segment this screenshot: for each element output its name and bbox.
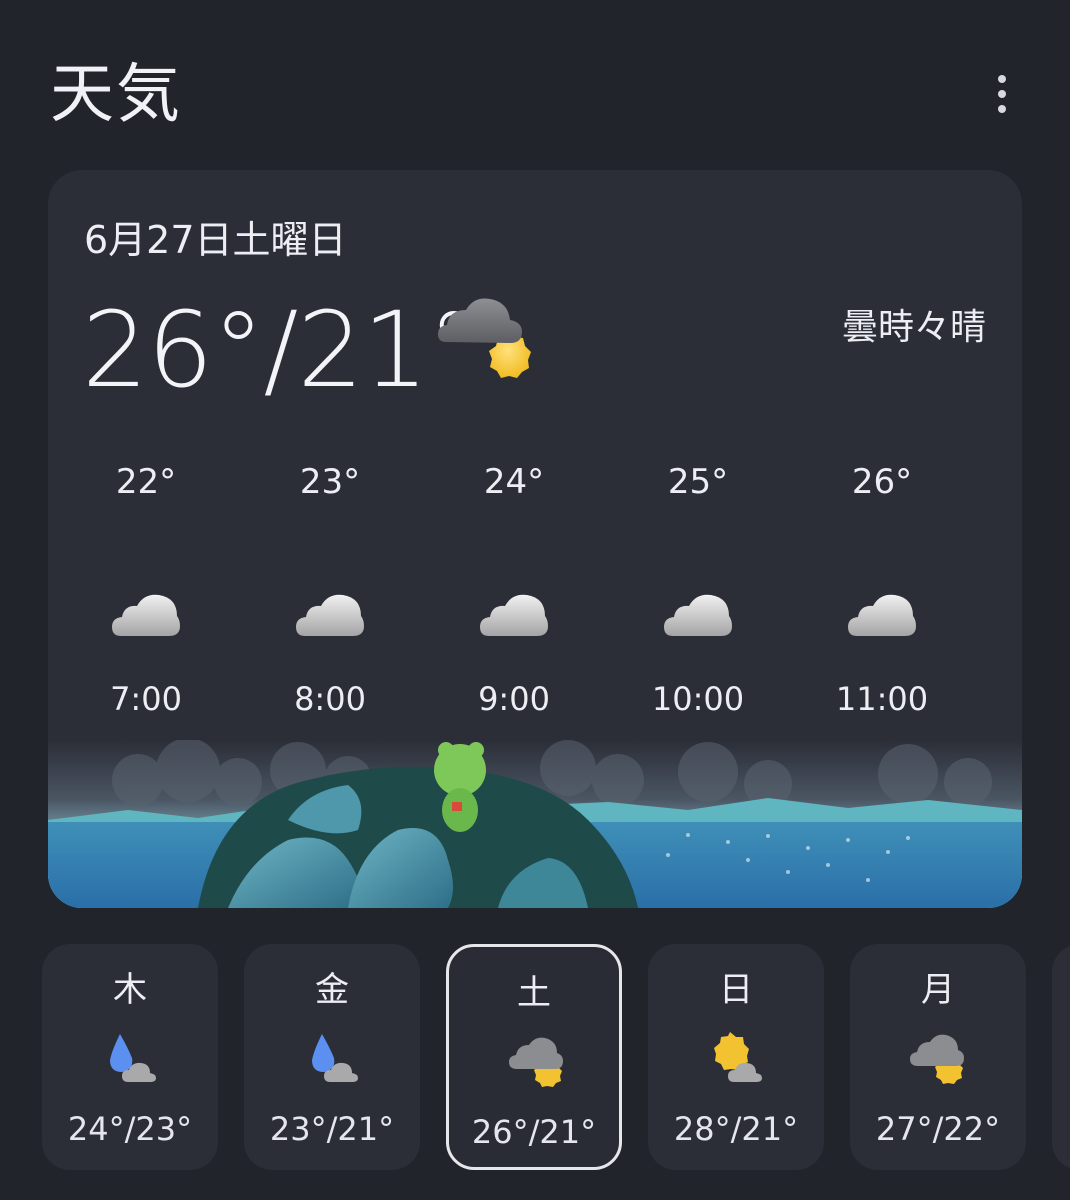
current-date: 6月27日土曜日 — [84, 218, 347, 262]
day-name: 月 — [921, 970, 955, 1010]
hour-time: 8:00 — [294, 680, 366, 718]
day-card[interactable]: 日 28°/21° — [648, 944, 824, 1170]
hourly-item: 25° 10:00 — [618, 460, 778, 720]
condition-text: 曇時々晴 — [841, 307, 986, 348]
hour-temp: 24° — [483, 462, 545, 502]
cloud-sun-icon — [910, 1034, 964, 1084]
day-temp-range: 23°/21° — [269, 1110, 395, 1148]
current-weather-card[interactable]: 6月27日土曜日 26°/21° 曇時々晴 22° 7:00 23° 8:00 … — [48, 170, 1022, 908]
day-card-next-partial[interactable] — [1052, 944, 1070, 1170]
day-temp-range: 24°/23° — [67, 1110, 193, 1148]
cloud-icon — [480, 594, 548, 636]
cloud-icon — [848, 594, 916, 636]
current-temp-range: 26°/21° — [82, 289, 480, 411]
sun-cloud-icon — [714, 1032, 762, 1082]
day-card[interactable]: 月 27°/22° — [850, 944, 1026, 1170]
app-title: 天気 — [50, 58, 182, 132]
menu-dot-icon — [998, 75, 1006, 83]
hour-temp: 25° — [667, 462, 729, 502]
cloud-sun-icon — [509, 1037, 563, 1087]
day-card[interactable]: 木 24°/23° — [42, 944, 218, 1170]
rain-cloud-icon — [110, 1034, 156, 1082]
day-card-selected[interactable]: 土 26°/21° — [446, 944, 622, 1170]
cloud-icon — [664, 594, 732, 636]
rain-cloud-icon — [312, 1034, 358, 1082]
day-temp-range: 26°/21° — [471, 1113, 597, 1151]
day-temp-range: 28°/21° — [673, 1110, 799, 1148]
hourly-item: 22° 7:00 — [66, 460, 226, 720]
menu-dot-icon — [998, 90, 1006, 98]
hour-temp: 26° — [851, 462, 913, 502]
day-name: 土 — [517, 973, 551, 1013]
hour-time: 9:00 — [478, 680, 550, 718]
daily-forecast: 木 24°/23° 金 23°/21° 土 26°/21° 日 28°/21° … — [42, 944, 1070, 1170]
day-name: 木 — [113, 970, 147, 1010]
day-card[interactable]: 金 23°/21° — [244, 944, 420, 1170]
menu-dot-icon — [998, 105, 1006, 113]
cloud-icon — [296, 594, 364, 636]
hour-time: 10:00 — [651, 680, 745, 718]
hour-time: 11:00 — [835, 680, 929, 718]
day-name: 日 — [719, 970, 753, 1010]
hour-temp: 22° — [115, 462, 177, 502]
hourly-forecast: 22° 7:00 23° 8:00 24° 9:00 25° 10:00 26°… — [48, 460, 968, 720]
hourly-item: 24° 9:00 — [434, 460, 594, 720]
cloud-icon — [112, 594, 180, 636]
hour-temp: 23° — [299, 462, 361, 502]
day-temp-range: 27°/22° — [875, 1110, 1001, 1148]
cloud-sun-icon — [438, 298, 531, 378]
hourly-item: 26° 11:00 — [802, 460, 962, 720]
landscape-illustration — [48, 740, 1022, 908]
more-options-button[interactable] — [980, 66, 1024, 122]
day-name: 金 — [315, 970, 349, 1010]
hour-time: 7:00 — [110, 680, 182, 718]
hourly-item: 23° 8:00 — [250, 460, 410, 720]
